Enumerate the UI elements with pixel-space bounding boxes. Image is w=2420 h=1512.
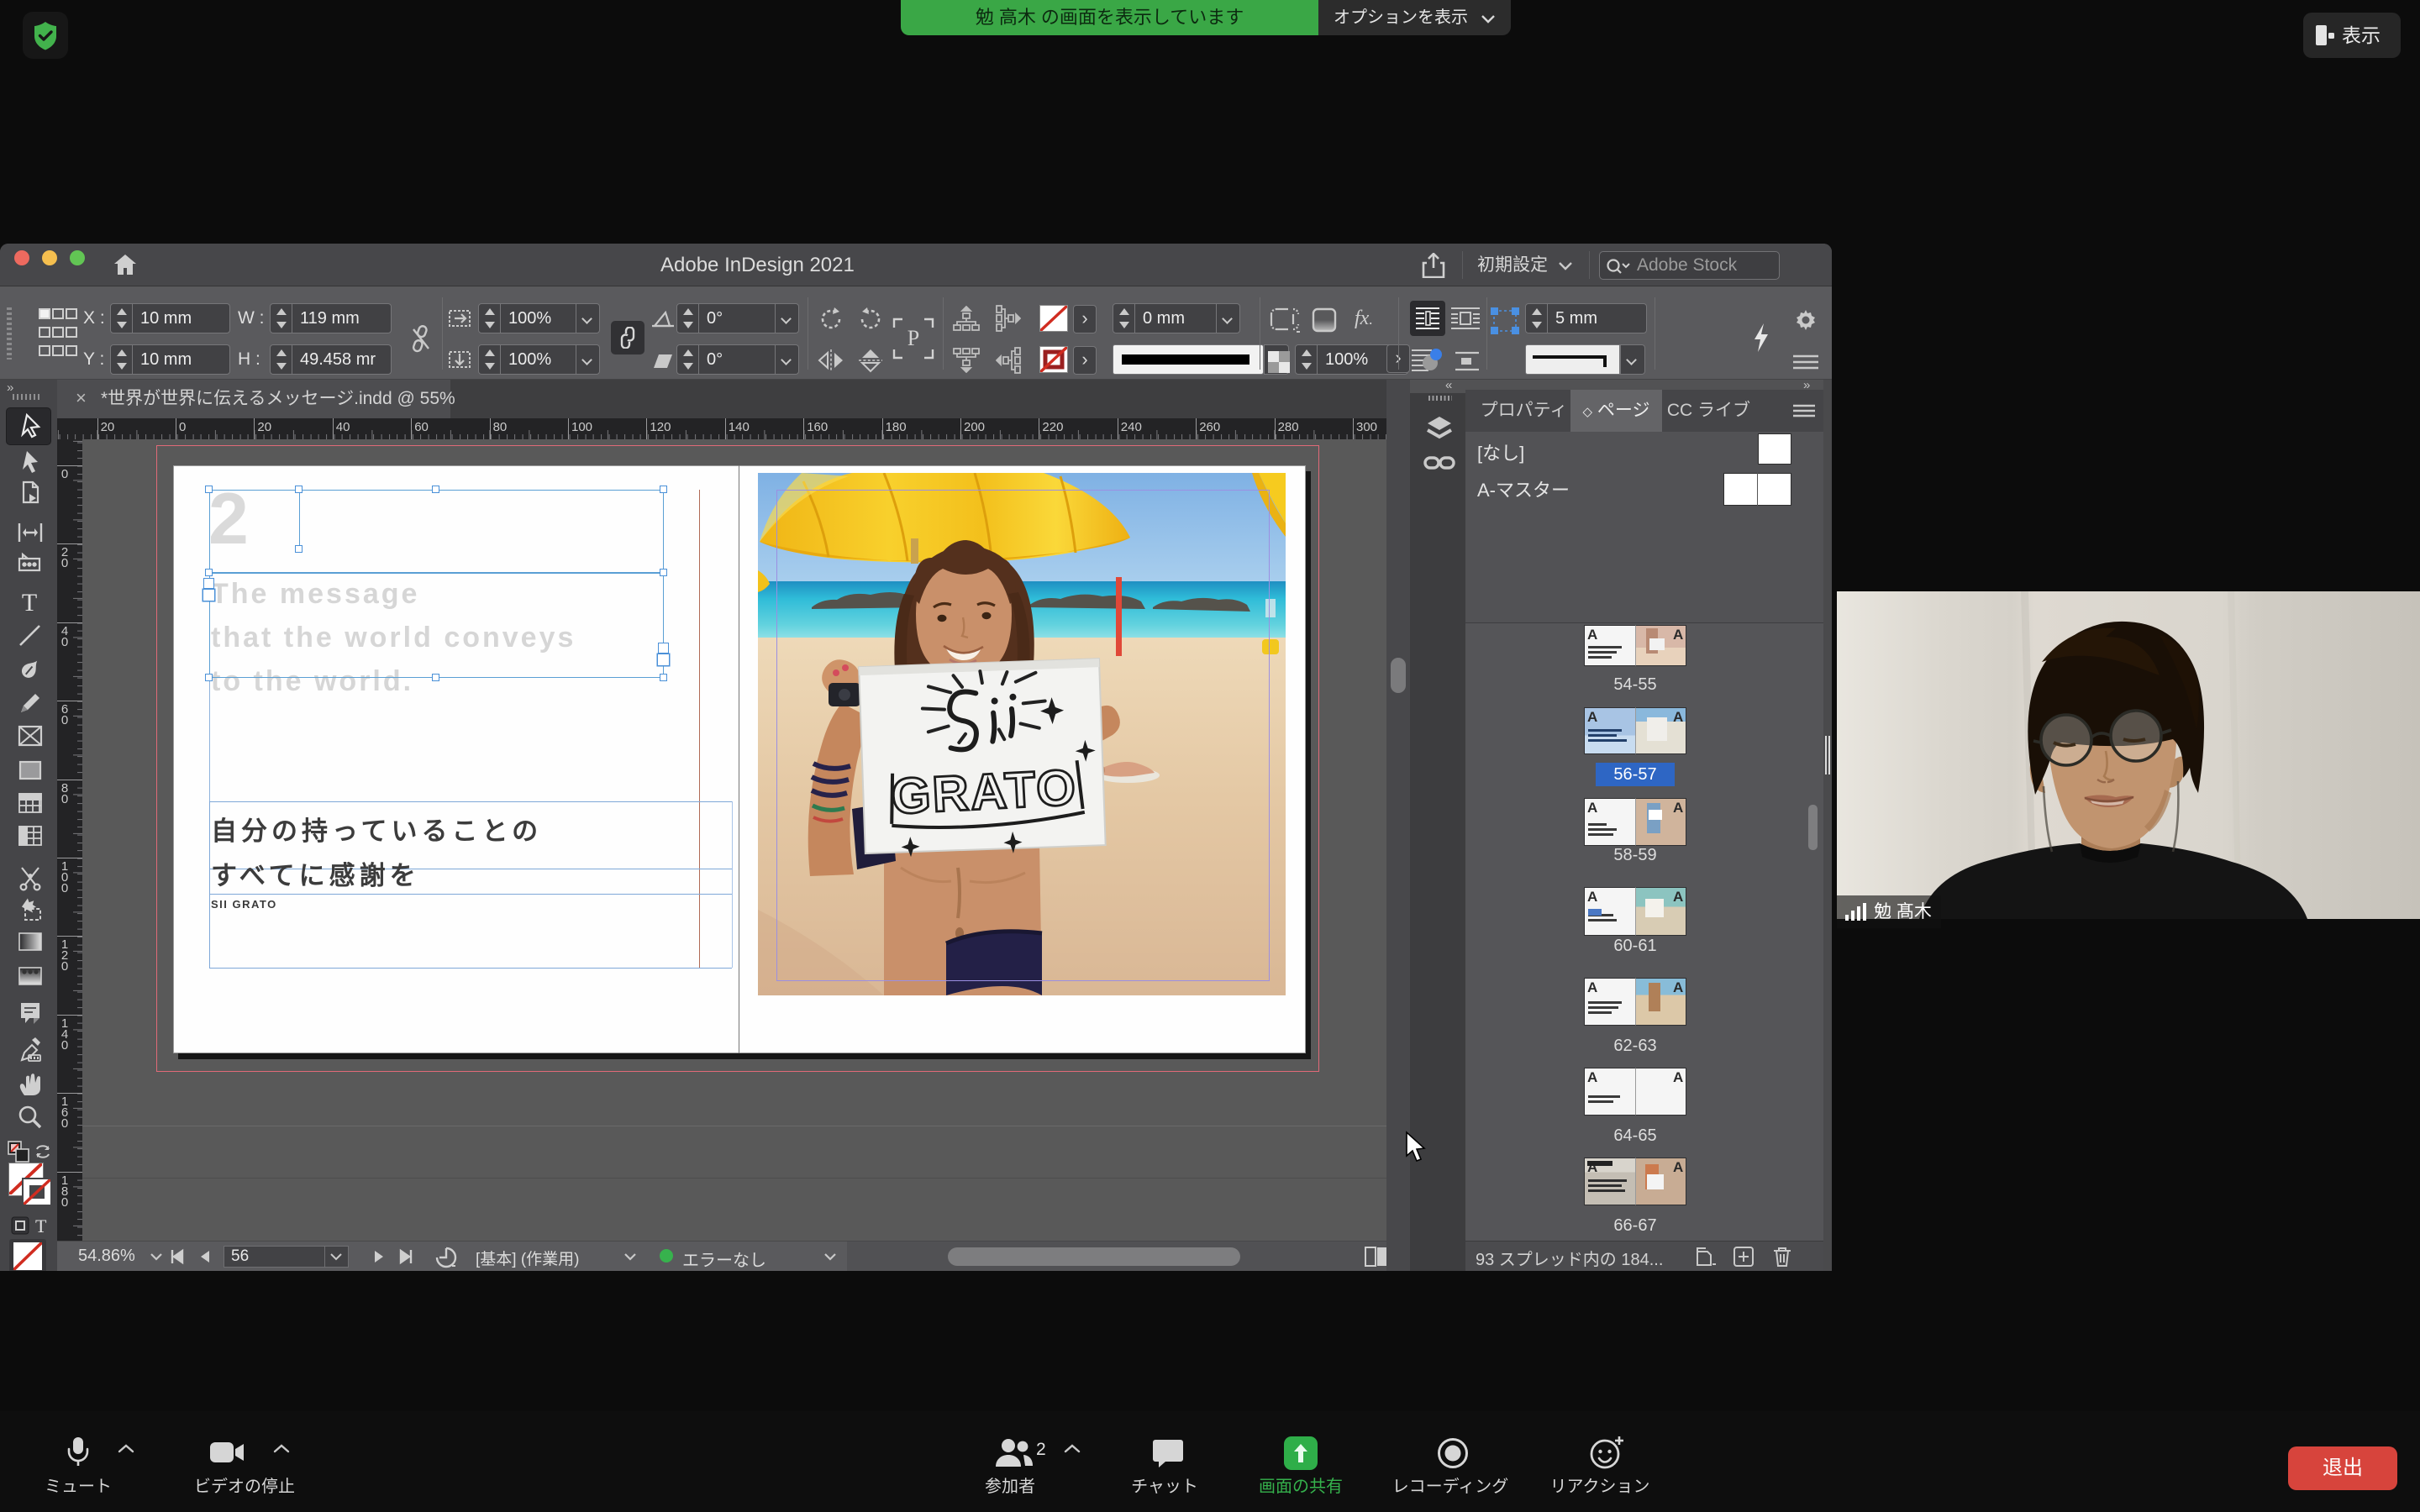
svg-text:T: T bbox=[35, 1215, 47, 1236]
svg-text:P: P bbox=[908, 326, 919, 350]
svg-text:T: T bbox=[22, 589, 37, 616]
